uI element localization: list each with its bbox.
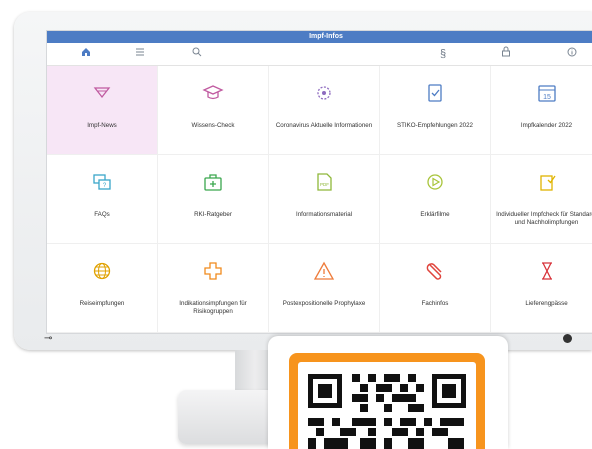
virus-icon — [269, 82, 379, 104]
tile-erklaerfilme[interactable]: Erklärfilme — [380, 155, 491, 244]
tile-label: Fachinfos — [421, 300, 449, 307]
tile-stiko[interactable]: STIKO-Empfehlungen 2022 — [380, 66, 491, 155]
tile-label: Postexpositionelle Prophylaxe — [282, 300, 366, 307]
app-screen: Impf-Infos § Impf-News Wissens-Check Cor… — [46, 30, 592, 334]
tile-grid: Impf-News Wissens-Check Coronavirus Aktu… — [47, 66, 592, 333]
tile-faqs[interactable]: ? FAQs — [47, 155, 158, 244]
clipboard-check-icon — [380, 82, 490, 104]
medical-kit-icon — [158, 171, 268, 193]
window-title: Impf-Infos — [47, 31, 592, 43]
tile-label: FAQs — [94, 211, 110, 218]
tile-reiseimpfungen[interactable]: Reiseimpfungen — [47, 244, 158, 333]
tile-impf-news[interactable]: Impf-News — [47, 66, 158, 155]
usb-icon: ⊸ — [44, 333, 53, 344]
faq-chat-icon: ? — [47, 171, 157, 193]
monitor-bezel: Impf-Infos § Impf-News Wissens-Check Cor… — [14, 12, 592, 350]
tile-label: Indikationsimpfungen für Risikogruppen — [179, 300, 247, 315]
tile-label: Impfkalender 2022 — [520, 122, 573, 129]
svg-text:PDF: PDF — [320, 182, 329, 187]
tile-label: Erklärfilme — [420, 211, 450, 218]
hourglass-icon — [491, 260, 592, 282]
tile-label: Informationsmaterial — [295, 211, 353, 218]
calendar-day: 15 — [543, 94, 551, 101]
lock-icon[interactable] — [496, 46, 516, 62]
info-icon[interactable] — [562, 46, 582, 62]
globe-icon — [47, 260, 157, 282]
paperclip-icon — [380, 260, 490, 282]
tile-indikationsimpfungen[interactable]: Indikationsimpfungen für Risikogruppen — [158, 244, 269, 333]
megaphone-icon — [47, 82, 157, 104]
tile-label: STIKO-Empfehlungen 2022 — [396, 122, 473, 129]
tile-label: Reiseimpfungen — [79, 300, 125, 307]
tile-label: Lieferengpässe — [525, 300, 568, 307]
tile-prophylaxe[interactable]: Postexpositionelle Prophylaxe — [269, 244, 380, 333]
checklist-icon — [491, 171, 592, 193]
tile-rki-ratgeber[interactable]: RKI-Ratgeber — [158, 155, 269, 244]
cross-icon — [158, 260, 268, 282]
power-button — [563, 334, 572, 343]
play-icon — [380, 171, 490, 193]
tile-wissens-check[interactable]: Wissens-Check — [158, 66, 269, 155]
tile-fachinfos[interactable]: Fachinfos — [380, 244, 491, 333]
tile-label: Impf-News — [87, 122, 117, 129]
home-icon[interactable] — [76, 46, 96, 62]
tile-coronavirus[interactable]: Coronavirus Aktuelle Informationen — [269, 66, 380, 155]
tile-impfcheck[interactable]: Individueller Impfcheck für Standard- un… — [491, 155, 592, 244]
tile-label: RKI-Ratgeber — [194, 211, 232, 218]
paragraph-icon[interactable]: § — [433, 46, 453, 62]
menu-icon[interactable] — [130, 46, 150, 62]
tile-label: Individueller Impfcheck für Standard- un… — [496, 211, 592, 226]
graduation-cap-icon — [158, 82, 268, 104]
toolbar: § — [47, 43, 592, 76]
tile-impfkalender[interactable]: 15 Impfkalender 2022 — [491, 66, 592, 155]
tile-lieferengpaesse[interactable]: Lieferengpässe — [491, 244, 592, 333]
warning-icon — [269, 260, 379, 282]
qr-code — [298, 362, 476, 449]
search-icon[interactable] — [187, 46, 207, 62]
pdf-document-icon: PDF — [269, 171, 379, 193]
calendar-icon: 15 — [491, 82, 592, 104]
tile-label: Coronavirus Aktuelle Informationen — [275, 122, 373, 129]
tile-label: Wissens-Check — [191, 122, 235, 129]
tile-informationsmaterial[interactable]: PDF Informationsmaterial — [269, 155, 380, 244]
